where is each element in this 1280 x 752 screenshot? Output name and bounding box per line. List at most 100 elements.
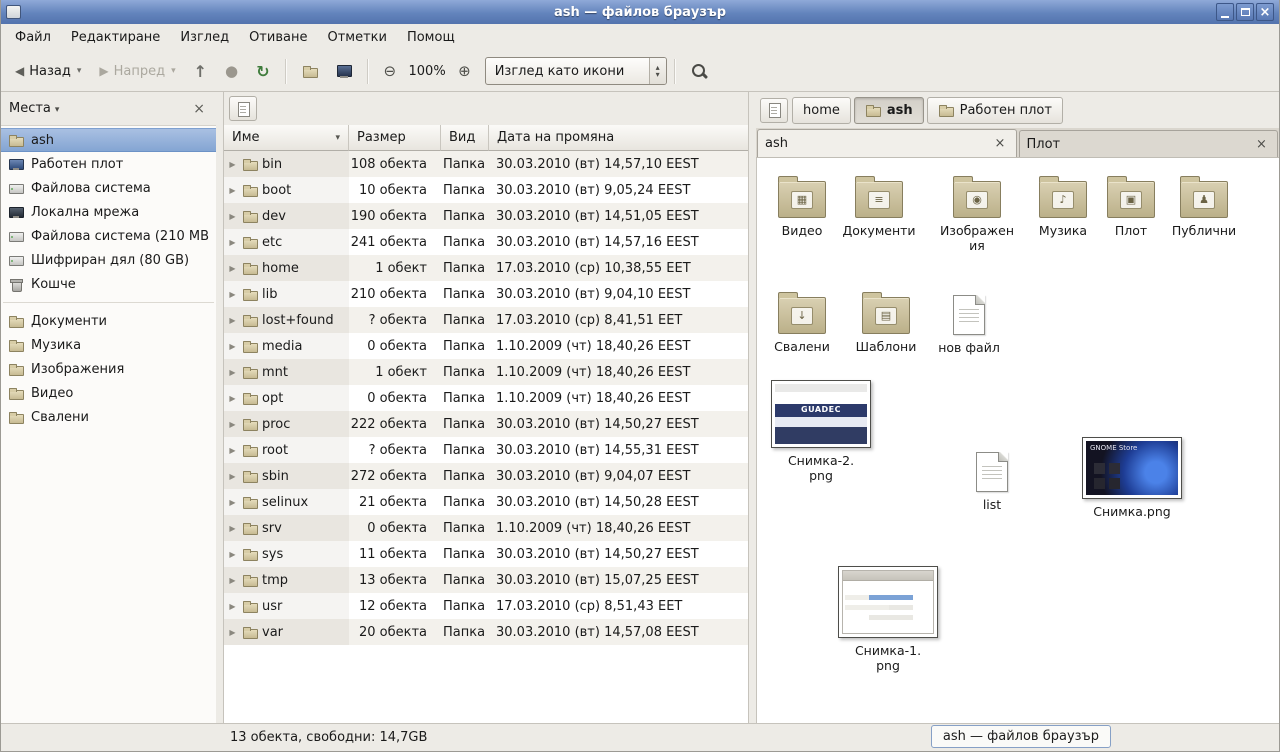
column-header[interactable]: Размер	[349, 125, 441, 151]
icon-view-item[interactable]: ◉Изображен ия	[934, 174, 1020, 253]
icon-view-item[interactable]: нов файл	[926, 290, 1012, 355]
table-row[interactable]: ▶root? обектаПапка30.03.2010 (вт) 14,55,…	[224, 437, 748, 463]
zoom-out-button[interactable]: ⊖	[376, 56, 405, 86]
combo-stepper-icon[interactable]: ▴ ▾	[649, 58, 666, 84]
pane-splitter[interactable]	[749, 92, 756, 723]
sidebar-item[interactable]: Работен плот	[1, 152, 216, 176]
places-dropdown-icon[interactable]: ▾	[55, 105, 60, 115]
icon-view-item[interactable]: ▤Шаблони	[843, 290, 929, 354]
column-header[interactable]: Вид	[441, 125, 489, 151]
icon-view-item[interactable]: list	[949, 447, 1035, 512]
icon-view-item[interactable]: Снимка-1. png	[845, 566, 931, 673]
table-row[interactable]: ▶home1 обектПапка17.03.2010 (ср) 10,38,5…	[224, 255, 748, 281]
table-row[interactable]: ▶etc241 обектаПапка30.03.2010 (вт) 14,57…	[224, 229, 748, 255]
sidebar-item[interactable]: Шифриран дял (80 GB)	[1, 248, 216, 272]
expander-icon[interactable]: ▶	[227, 368, 238, 377]
pane-splitter[interactable]	[216, 92, 223, 723]
expander-icon[interactable]: ▶	[227, 550, 238, 559]
table-row[interactable]: ▶boot10 обектаПапка30.03.2010 (вт) 9,05,…	[224, 177, 748, 203]
table-row[interactable]: ▶sys11 обектаПапка30.03.2010 (вт) 14,50,…	[224, 541, 748, 567]
table-row[interactable]: ▶opt0 обектаПапка1.10.2009 (чт) 18,40,26…	[224, 385, 748, 411]
table-row[interactable]: ▶media0 обектаПапка1.10.2009 (чт) 18,40,…	[224, 333, 748, 359]
expander-icon[interactable]: ▶	[227, 212, 238, 221]
expander-icon[interactable]: ▶	[227, 576, 238, 585]
menubar-item[interactable]: Отиване	[239, 26, 317, 49]
sidebar-item[interactable]: Видео	[1, 381, 216, 405]
search-button[interactable]	[683, 56, 716, 86]
icon-view-item[interactable]: GNOME StoreСнимка.png	[1089, 437, 1175, 519]
back-button[interactable]: ◀ Назад ▾	[7, 56, 89, 86]
expander-icon[interactable]: ▶	[227, 394, 238, 403]
expander-icon[interactable]: ▶	[227, 420, 238, 429]
table-row[interactable]: ▶mnt1 обектПапка1.10.2009 (чт) 18,40,26 …	[224, 359, 748, 385]
expander-icon[interactable]: ▶	[227, 264, 238, 273]
expander-icon[interactable]: ▶	[227, 524, 238, 533]
table-row[interactable]: ▶lib210 обектаПапка30.03.2010 (вт) 9,04,…	[224, 281, 748, 307]
sidebar-item[interactable]: Кошче	[1, 272, 216, 296]
path-button[interactable]: home	[792, 97, 851, 124]
sidebar-item[interactable]: Музика	[1, 333, 216, 357]
icon-view-item[interactable]: ↓Свалени	[759, 290, 845, 354]
expander-icon[interactable]: ▶	[227, 472, 238, 481]
tab[interactable]: ash×	[757, 129, 1017, 157]
sidebar-item[interactable]: ash	[1, 128, 216, 152]
sidebar-item[interactable]: Изображения	[1, 357, 216, 381]
expander-icon[interactable]: ▶	[227, 628, 238, 637]
expander-icon[interactable]: ▶	[227, 290, 238, 299]
expander-icon[interactable]: ▶	[227, 316, 238, 325]
path-button[interactable]: Работен плот	[927, 97, 1063, 124]
view-mode-select[interactable]: Изглед като икони ▴ ▾	[485, 57, 667, 85]
sidebar-item[interactable]: Документи	[1, 309, 216, 333]
pane-toggle-button[interactable]	[760, 98, 788, 123]
minimize-button[interactable]	[1216, 3, 1234, 21]
expander-icon[interactable]: ▶	[227, 602, 238, 611]
table-row[interactable]: ▶lost+found? обектаПапка17.03.2010 (ср) …	[224, 307, 748, 333]
icon-view-item[interactable]: ≡Документи	[836, 174, 922, 238]
path-button[interactable]: ash	[854, 97, 924, 124]
table-row[interactable]: ▶usr12 обектаПапка17.03.2010 (ср) 8,51,4…	[224, 593, 748, 619]
zoom-in-button[interactable]: ⊕	[450, 56, 479, 86]
menubar-item[interactable]: Файл	[5, 26, 61, 49]
tab[interactable]: Плот×	[1019, 130, 1279, 157]
tab-close-button[interactable]: ×	[992, 135, 1009, 152]
table-row[interactable]: ▶sbin272 обектаПапка30.03.2010 (вт) 9,04…	[224, 463, 748, 489]
expander-icon[interactable]: ▶	[227, 498, 238, 507]
menubar-item[interactable]: Помощ	[397, 26, 465, 49]
pane-toggle-button[interactable]	[229, 96, 257, 121]
expander-icon[interactable]: ▶	[227, 160, 238, 169]
sidebar-item[interactable]: Файлова система (210 MB)	[1, 224, 216, 248]
icon-view[interactable]: ▦Видео≡Документи◉Изображен ия♪Музика▣Пло…	[756, 158, 1279, 723]
column-header[interactable]: Дата на промяна	[489, 125, 748, 151]
expander-icon[interactable]: ▶	[227, 446, 238, 455]
close-button[interactable]: ×	[1256, 3, 1274, 21]
expander-icon[interactable]: ▶	[227, 238, 238, 247]
table-row[interactable]: ▶selinux21 обектаПапка30.03.2010 (вт) 14…	[224, 489, 748, 515]
icon-view-item[interactable]: ▦Видео	[759, 174, 845, 238]
home-button[interactable]	[294, 56, 326, 86]
expander-icon[interactable]: ▶	[227, 186, 238, 195]
table-row[interactable]: ▶proc222 обектаПапка30.03.2010 (вт) 14,5…	[224, 411, 748, 437]
sidebar-close-button[interactable]: ×	[190, 101, 208, 117]
table-row[interactable]: ▶tmp13 обектаПапка30.03.2010 (вт) 15,07,…	[224, 567, 748, 593]
sidebar-item[interactable]: Свалени	[1, 405, 216, 429]
expander-icon[interactable]: ▶	[227, 342, 238, 351]
up-button[interactable]: ↑	[186, 56, 215, 86]
maximize-button[interactable]	[1236, 3, 1254, 21]
table-row[interactable]: ▶srv0 обектаПапка1.10.2009 (чт) 18,40,26…	[224, 515, 748, 541]
places-title[interactable]: Места	[9, 101, 51, 116]
table-row[interactable]: ▶bin108 обектаПапка30.03.2010 (вт) 14,57…	[224, 151, 748, 177]
icon-view-item[interactable]: GUADECСнимка-2. png	[778, 380, 864, 483]
column-header[interactable]: Име▾	[224, 125, 349, 151]
forward-button[interactable]: ▶ Напред ▾	[91, 56, 183, 86]
menubar-item[interactable]: Редактиране	[61, 26, 170, 49]
sidebar-item[interactable]: Локална мрежа	[1, 200, 216, 224]
sidebar-item[interactable]: Файлова система	[1, 176, 216, 200]
menubar-item[interactable]: Изглед	[170, 26, 239, 49]
reload-button[interactable]: ↻	[248, 56, 277, 86]
computer-button[interactable]	[328, 56, 360, 86]
table-row[interactable]: ▶var20 обектаПапка30.03.2010 (вт) 14,57,…	[224, 619, 748, 645]
table-row[interactable]: ▶dev190 обектаПапка30.03.2010 (вт) 14,51…	[224, 203, 748, 229]
menubar-item[interactable]: Отметки	[317, 26, 396, 49]
titlebar[interactable]: ash — файлов браузър ×	[1, 0, 1279, 24]
tab-close-button[interactable]: ×	[1253, 136, 1270, 153]
